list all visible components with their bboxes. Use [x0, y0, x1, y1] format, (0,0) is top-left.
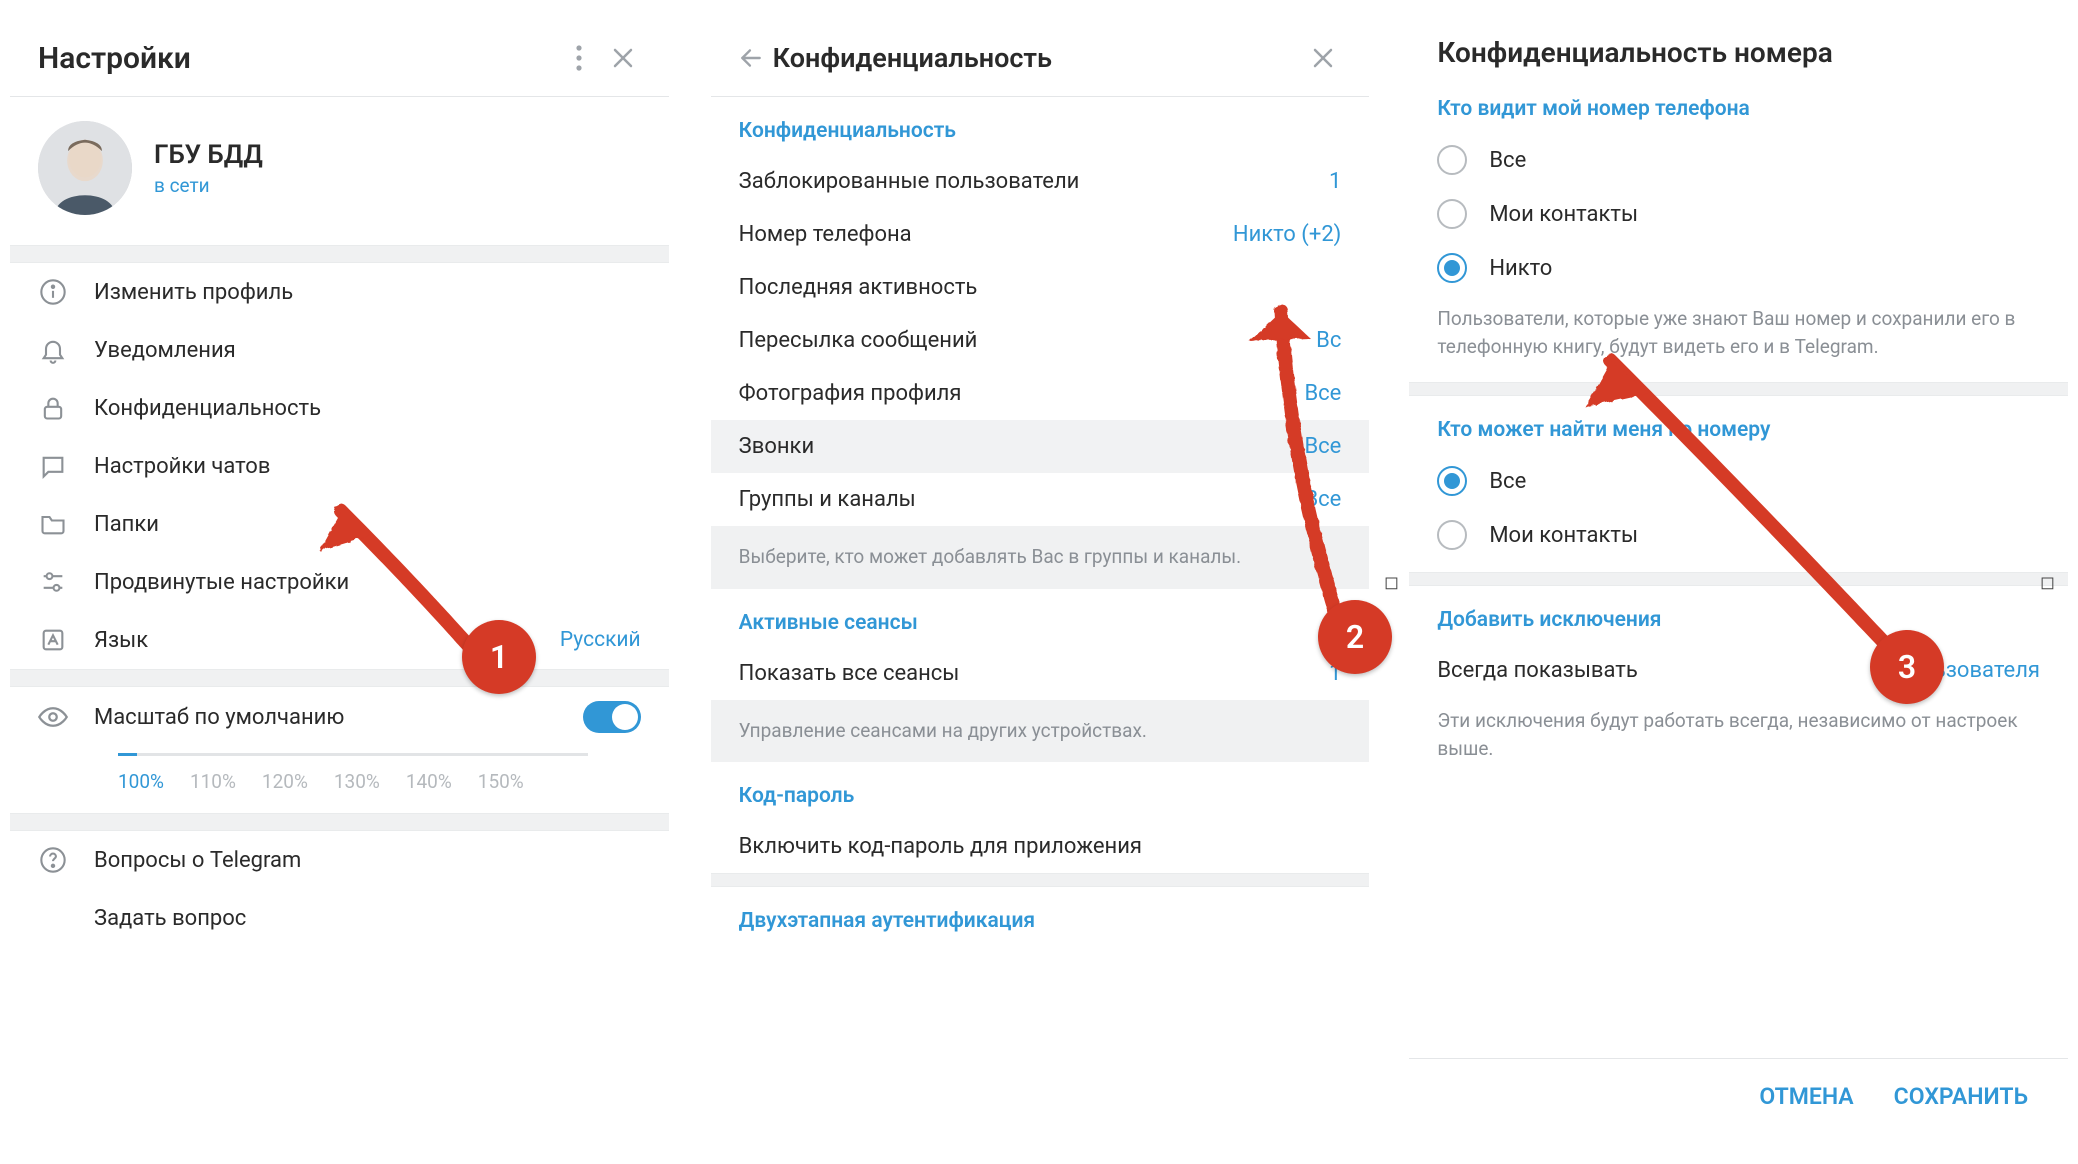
row-value: 1	[1329, 169, 1341, 194]
menu-label: Папки	[94, 512, 159, 537]
close-icon[interactable]	[1301, 36, 1345, 80]
bell-icon	[38, 335, 68, 365]
radio-icon	[1437, 253, 1467, 283]
privacy-title: Конфиденциальность	[773, 42, 1302, 74]
row-label: Заблокированные пользователи	[739, 169, 1329, 194]
menu-label: Изменить профиль	[94, 280, 293, 305]
profile-name: ГБУ БДД	[154, 140, 263, 170]
radio-icon	[1437, 199, 1467, 229]
zoom-step[interactable]: 100%	[118, 770, 164, 793]
menu-label: Уведомления	[94, 338, 236, 363]
menu-item-privacy[interactable]: Конфиденциальность	[10, 379, 669, 437]
back-icon[interactable]	[729, 36, 773, 80]
close-icon[interactable]	[601, 36, 645, 80]
privacy-row-blocked[interactable]: Заблокированные пользователи1	[711, 155, 1370, 208]
lock-icon	[38, 393, 68, 423]
zoom-slider[interactable]: 100% 110% 120% 130% 140% 150%	[10, 747, 669, 813]
section-2fa: Двухэтапная аутентификация	[711, 887, 1370, 945]
phone-privacy-title: Конфиденциальность номера	[1437, 36, 2044, 69]
info-icon	[38, 277, 68, 307]
dialog-actions: ОТМЕНА СОХРАНИТЬ	[1409, 1058, 2068, 1134]
menu-item-edit-profile[interactable]: Изменить профиль	[10, 263, 669, 321]
annotation-badge-2: 2	[1318, 600, 1392, 674]
menu-label: Язык	[94, 628, 148, 653]
profile-status: в сети	[154, 174, 263, 197]
row-value: Никто (+2)	[1233, 222, 1341, 247]
radio-label: Все	[1489, 148, 1526, 173]
radio-see-contacts[interactable]: Мои контакты	[1409, 187, 2068, 241]
zoom-step[interactable]: 140%	[406, 770, 452, 793]
zoom-step[interactable]: 120%	[262, 770, 308, 793]
radio-see-all[interactable]: Все	[1409, 133, 2068, 187]
settings-title: Настройки	[38, 41, 557, 76]
folder-icon	[38, 509, 68, 539]
section-who-sees: Кто видит мой номер телефона	[1409, 75, 2068, 133]
avatar	[38, 121, 132, 215]
radio-icon	[1437, 145, 1467, 175]
radio-label: Никто	[1489, 256, 1552, 281]
section-passcode: Код-пароль	[711, 762, 1370, 820]
more-icon[interactable]	[557, 36, 601, 80]
save-button[interactable]: СОХРАНИТЬ	[1894, 1083, 2028, 1110]
menu-label: Конфиденциальность	[94, 396, 321, 421]
annotation-arrow-2	[1220, 250, 1420, 670]
help-label: Вопросы о Telegram	[94, 848, 301, 873]
settings-header: Настройки	[10, 20, 669, 97]
radio-icon	[1437, 466, 1467, 496]
sessions-note: Управление сеансами на других устройства…	[711, 700, 1370, 763]
help-icon	[38, 903, 68, 933]
menu-item-notifications[interactable]: Уведомления	[10, 321, 669, 379]
help-item-ask[interactable]: Задать вопрос	[10, 889, 669, 947]
section-privacy: Конфиденциальность	[711, 97, 1370, 155]
profile-block[interactable]: ГБУ БДД в сети	[10, 97, 669, 245]
help-label: Задать вопрос	[94, 906, 246, 931]
row-label: Номер телефона	[739, 222, 1233, 247]
crop-marker: ◻	[2040, 572, 2055, 593]
radio-label: Все	[1489, 469, 1526, 494]
zoom-toggle[interactable]	[583, 701, 641, 733]
menu-label: Настройки чатов	[94, 454, 270, 479]
menu-value: Русский	[560, 628, 641, 652]
privacy-header: Конфиденциальность	[711, 20, 1370, 97]
annotation-badge-1: 1	[462, 620, 536, 694]
radio-see-nobody[interactable]: Никто	[1409, 241, 2068, 295]
help-item-faq[interactable]: Вопросы о Telegram	[10, 831, 669, 889]
zoom-step[interactable]: 110%	[190, 770, 236, 793]
help-icon	[38, 845, 68, 875]
chat-icon	[38, 451, 68, 481]
phone-privacy-header: Конфиденциальность номера	[1409, 20, 2068, 75]
cancel-button[interactable]: ОТМЕНА	[1759, 1083, 1853, 1110]
zoom-step[interactable]: 130%	[334, 770, 380, 793]
eye-icon	[38, 702, 68, 732]
radio-icon	[1437, 520, 1467, 550]
radio-label: Мои контакты	[1489, 202, 1638, 227]
lang-icon	[38, 625, 68, 655]
annotation-badge-3: 3	[1870, 630, 1944, 704]
zoom-step[interactable]: 150%	[478, 770, 524, 793]
passcode-row[interactable]: Включить код-пароль для приложения	[711, 820, 1370, 873]
sliders-icon	[38, 567, 68, 597]
